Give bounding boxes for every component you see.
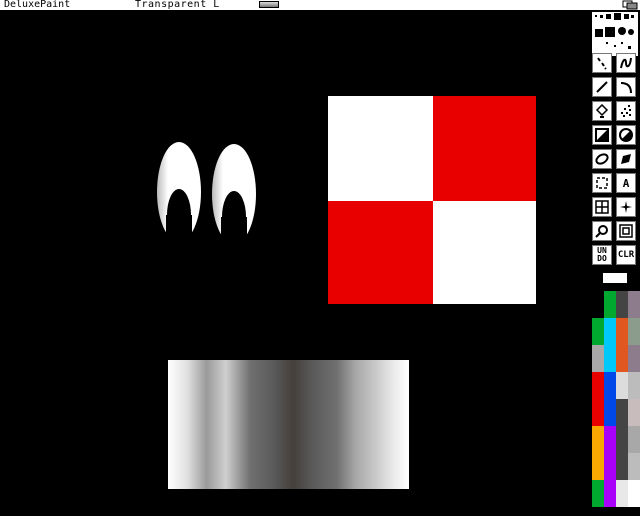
palette-swatch[interactable] xyxy=(592,291,604,318)
palette-swatch[interactable] xyxy=(604,453,616,480)
palette-swatch[interactable] xyxy=(604,372,616,399)
brush-select-icon[interactable] xyxy=(592,173,612,193)
palette-swatch[interactable] xyxy=(592,318,604,345)
palette-swatch[interactable] xyxy=(604,480,616,507)
palette-swatch[interactable] xyxy=(616,426,628,453)
app-title: DeluxePaint xyxy=(4,0,71,10)
palette-swatch[interactable] xyxy=(592,480,604,507)
left-eye xyxy=(157,142,201,245)
palette-swatch[interactable] xyxy=(592,453,604,480)
palette-swatch[interactable] xyxy=(604,399,616,426)
grid-icon[interactable] xyxy=(592,197,612,217)
palette-swatch[interactable] xyxy=(628,372,640,399)
artwork xyxy=(157,96,536,489)
polygon-icon[interactable] xyxy=(616,149,636,169)
color-palette[interactable] xyxy=(592,291,640,512)
clear-icon[interactable]: CLR xyxy=(616,245,636,265)
screen-title-bar[interactable]: DeluxePaint Transparent L xyxy=(0,0,640,10)
continuous-freehand-icon[interactable] xyxy=(616,53,636,73)
screen-depth-icon[interactable] xyxy=(620,0,639,10)
dotted-freehand-icon[interactable] xyxy=(592,53,612,73)
undo-icon[interactable]: UN DO xyxy=(592,245,612,265)
palette-swatch[interactable] xyxy=(628,318,640,345)
palette-swatch[interactable] xyxy=(616,345,628,372)
circle-icon[interactable] xyxy=(616,125,636,145)
ellipse-icon[interactable] xyxy=(592,149,612,169)
palette-swatch[interactable] xyxy=(628,426,640,453)
brush-selector[interactable] xyxy=(592,12,638,56)
palette-swatch[interactable] xyxy=(604,345,616,372)
palette-swatch[interactable] xyxy=(604,291,616,318)
rectangle-icon[interactable] xyxy=(592,125,612,145)
toolbox-panel: A UN DO CLR xyxy=(590,10,640,512)
straight-line-icon[interactable] xyxy=(592,77,612,97)
palette-swatch[interactable] xyxy=(616,372,628,399)
palette-swatch[interactable] xyxy=(628,291,640,318)
zoom-icon[interactable] xyxy=(616,221,636,241)
gradient-band xyxy=(168,360,409,489)
checkerboard xyxy=(328,96,536,304)
palette-swatch[interactable] xyxy=(604,426,616,453)
palette-swatch[interactable] xyxy=(592,345,604,372)
magnify-icon[interactable] xyxy=(592,221,612,241)
symmetry-icon[interactable] xyxy=(616,197,636,217)
palette-swatch[interactable] xyxy=(604,318,616,345)
fill-bucket-icon[interactable] xyxy=(592,101,612,121)
mode-status: Transparent L xyxy=(135,0,220,10)
palette-swatch[interactable] xyxy=(592,426,604,453)
text-icon[interactable]: A xyxy=(616,173,636,193)
drawing-canvas[interactable] xyxy=(0,10,590,512)
palette-swatch[interactable] xyxy=(616,453,628,480)
palette-swatch[interactable] xyxy=(628,453,640,480)
palette-swatch[interactable] xyxy=(592,399,604,426)
foreground-color-indicator xyxy=(603,273,627,283)
right-eye xyxy=(212,144,256,247)
palette-swatch[interactable] xyxy=(628,399,640,426)
palette-swatch[interactable] xyxy=(616,318,628,345)
palette-swatch[interactable] xyxy=(628,480,640,507)
airbrush-icon[interactable] xyxy=(616,101,636,121)
screen-front-gadget[interactable] xyxy=(259,1,279,8)
palette-swatch[interactable] xyxy=(616,291,628,318)
palette-swatch[interactable] xyxy=(616,480,628,507)
palette-swatch[interactable] xyxy=(628,345,640,372)
palette-swatch[interactable] xyxy=(592,372,604,399)
curve-icon[interactable] xyxy=(616,77,636,97)
palette-swatch[interactable] xyxy=(616,399,628,426)
